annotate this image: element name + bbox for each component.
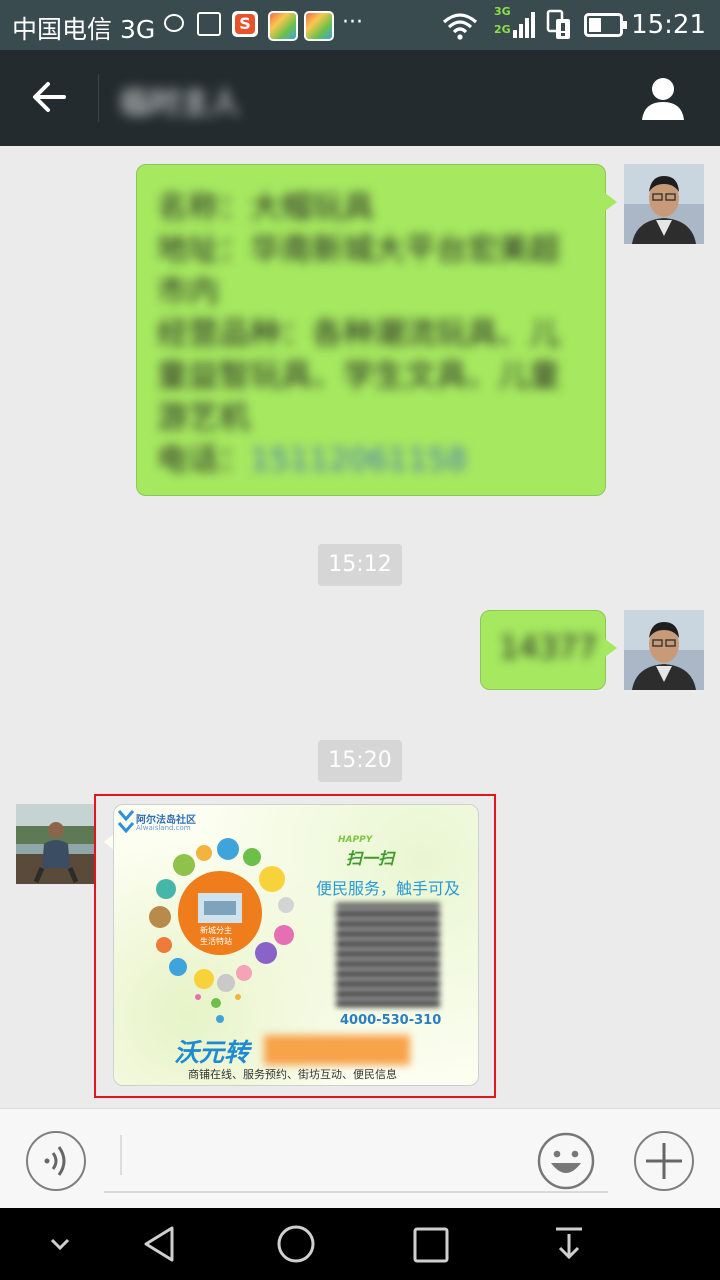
message-text: 14377 xyxy=(499,630,598,666)
status-bar: 中国电信 3G S ··· 3G 2G 15:21 xyxy=(0,0,720,50)
app-icon xyxy=(268,11,298,41)
emoji-button[interactable] xyxy=(536,1131,596,1191)
phone-link[interactable]: 15112061158 xyxy=(250,442,467,478)
arrow-left-icon[interactable] xyxy=(26,72,76,122)
message-line: 童益智玩具、学生文具、儿童 xyxy=(157,358,560,394)
image-icon xyxy=(197,12,221,36)
phone-label: 电话： xyxy=(157,442,250,478)
message-bubble-outgoing[interactable]: 14377 xyxy=(480,610,617,690)
message-line: 游艺机 xyxy=(157,400,250,436)
message-text: 名称：大帽玩具 地址：华南新城大平台宏美超 市内 经营品种：各种潮流玩具、儿 童… xyxy=(137,165,605,503)
clock: 15:21 xyxy=(631,10,706,40)
dual-sim-icon xyxy=(546,9,570,39)
message-input[interactable] xyxy=(104,1125,608,1193)
message-line: 经营品种：各种潮流玩具、儿 xyxy=(157,316,560,352)
avatar-self[interactable] xyxy=(624,164,704,244)
avatar-contact[interactable] xyxy=(16,804,96,884)
chevron-down-icon[interactable] xyxy=(46,1232,74,1256)
sogou-input-icon: S xyxy=(232,11,258,37)
highlight-box xyxy=(94,794,496,1098)
message-bubble-outgoing[interactable]: 名称：大帽玩具 地址：华南新城大平台宏美超 市内 经营品种：各种潮流玩具、儿 童… xyxy=(136,164,617,496)
notification-pull-icon[interactable] xyxy=(550,1224,588,1264)
message-line: 名称：大帽玩具 xyxy=(157,190,374,226)
carrier-label: 中国电信 3G xyxy=(12,15,156,44)
avatar-self-image xyxy=(624,610,704,690)
avatar-contact-image xyxy=(16,804,96,884)
voice-icon xyxy=(44,1146,66,1176)
person-icon[interactable] xyxy=(640,76,686,122)
message-line: 市内 xyxy=(157,274,219,310)
network-3g-label: 3G xyxy=(494,5,511,18)
home-circle-icon[interactable] xyxy=(276,1224,316,1264)
chat-header: 临时主人 xyxy=(0,50,720,146)
more-notifications-icon: ··· xyxy=(342,10,363,35)
input-bar xyxy=(0,1108,720,1209)
chat-title: 临时主人 xyxy=(120,86,240,121)
message-line: 地址：华南新城大平台宏美超 xyxy=(157,232,560,268)
avatar-self-image xyxy=(624,164,704,244)
plus-icon xyxy=(646,1143,682,1179)
app-icon xyxy=(304,11,334,41)
signal-icon xyxy=(513,12,535,38)
battery-icon xyxy=(584,13,627,37)
back-triangle-icon[interactable] xyxy=(140,1224,180,1264)
system-nav-bar xyxy=(0,1208,720,1280)
chat-bubble-icon xyxy=(164,14,184,32)
smiley-icon xyxy=(537,1132,595,1190)
more-actions-button[interactable] xyxy=(634,1131,694,1191)
wifi-icon xyxy=(442,13,478,40)
network-2g-label: 2G xyxy=(494,23,511,36)
recents-square-icon[interactable] xyxy=(412,1226,450,1264)
message-timestamp: 15:20 xyxy=(318,740,402,782)
message-timestamp: 15:12 xyxy=(318,544,402,586)
avatar-self[interactable] xyxy=(624,610,704,690)
voice-button[interactable] xyxy=(26,1131,86,1191)
input-cursor xyxy=(120,1135,122,1175)
header-divider xyxy=(98,74,99,122)
message-phone-line: 电话：15112061158 xyxy=(157,439,585,481)
